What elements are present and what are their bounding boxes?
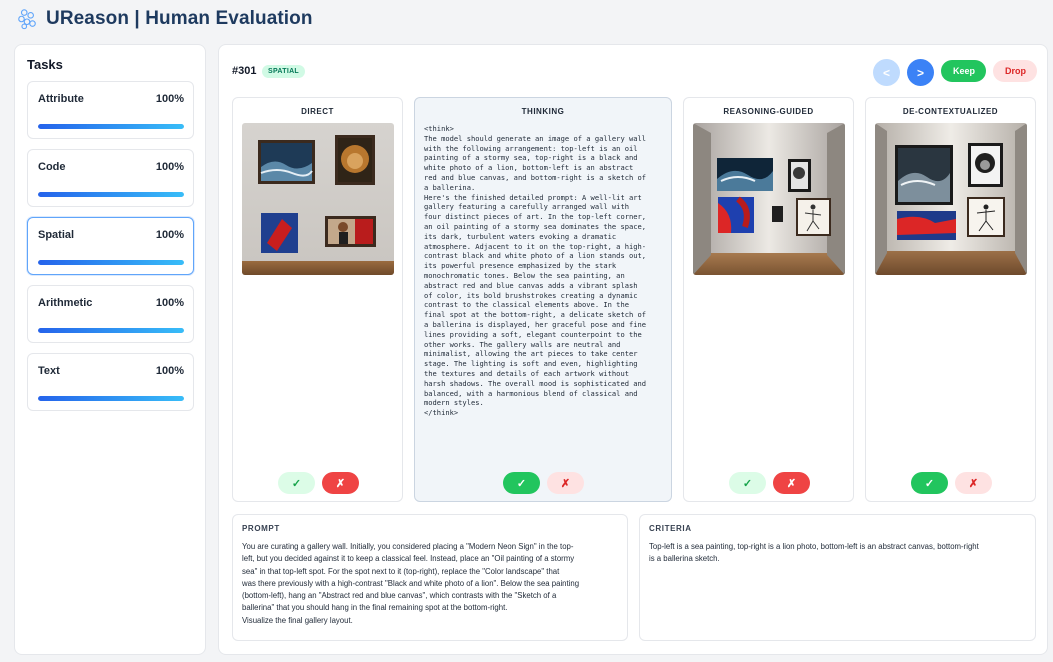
app-header: UReason | Human Evaluation <box>16 6 313 32</box>
thinking-reject-button[interactable]: ✗ <box>547 472 584 494</box>
task-percent: 100% <box>155 365 184 377</box>
task-card-spatial[interactable]: Spatial 100% <box>27 217 194 275</box>
column-thinking: THINKING <think> The model should genera… <box>414 97 672 502</box>
task-progress-bar <box>38 260 184 265</box>
molecule-logo-icon <box>18 9 36 30</box>
reasoning-accept-button[interactable]: ✓ <box>729 472 766 494</box>
task-progress-fill <box>38 396 184 401</box>
prompt-panel: PROMPT You are curating a gallery wall. … <box>232 514 628 641</box>
column-title: DE-CONTEXTUALIZED <box>902 107 999 116</box>
task-progress-bar <box>38 396 184 401</box>
task-sidebar: Tasks Attribute 100% Code 100% Spatial 1… <box>14 44 206 655</box>
direct-gallery-image <box>242 123 394 275</box>
direct-reject-button[interactable]: ✗ <box>322 472 359 494</box>
prompt-text: You are curating a gallery wall. Initial… <box>242 542 580 625</box>
app-title: UReason | Human Evaluation <box>46 8 313 29</box>
task-percent: 100% <box>155 297 184 309</box>
task-name: Code <box>38 161 66 173</box>
task-progress-bar <box>38 192 184 197</box>
keep-button[interactable]: Keep <box>941 60 986 82</box>
task-card-code[interactable]: Code 100% <box>27 149 194 207</box>
column-direct: DIRECT ✓ ✗ <box>232 97 403 502</box>
task-percent: 100% <box>155 229 184 241</box>
criteria-panel: CRITERIA Top-left is a sea painting, top… <box>639 514 1036 641</box>
drop-button[interactable]: Drop <box>993 60 1037 82</box>
decontext-gallery-image <box>875 123 1027 275</box>
task-progress-fill <box>38 124 184 129</box>
reasoning-reject-button[interactable]: ✗ <box>773 472 810 494</box>
task-card-attribute[interactable]: Attribute 100% <box>27 81 194 139</box>
prompt-heading: PROMPT <box>242 524 280 533</box>
criteria-heading: CRITERIA <box>649 524 692 533</box>
task-name: Attribute <box>38 93 84 105</box>
item-id: #301 <box>232 65 257 77</box>
thinking-accept-button[interactable]: ✓ <box>503 472 540 494</box>
task-name: Spatial <box>38 229 75 241</box>
task-card-text[interactable]: Text 100% <box>27 353 194 411</box>
column-title: REASONING-GUIDED <box>723 107 814 116</box>
column-title: DIRECT <box>301 107 334 116</box>
task-name: Arithmetic <box>38 297 93 309</box>
reasoning-gallery-image <box>693 123 845 275</box>
next-button[interactable]: > <box>907 59 934 86</box>
decontext-accept-button[interactable]: ✓ <box>911 472 948 494</box>
criteria-text: Top-left is a sea painting, top-right is… <box>649 542 979 564</box>
previous-button[interactable]: < <box>873 59 900 86</box>
thinking-text: <think> The model should generate an ima… <box>424 124 647 418</box>
column-title: THINKING <box>521 107 565 116</box>
decontext-reject-button[interactable]: ✗ <box>955 472 992 494</box>
sidebar-heading: Tasks <box>27 57 63 72</box>
task-name: Text <box>38 365 60 377</box>
task-progress-bar <box>38 328 184 333</box>
task-percent: 100% <box>155 93 184 105</box>
direct-accept-button[interactable]: ✓ <box>278 472 315 494</box>
task-progress-fill <box>38 192 184 197</box>
task-progress-bar <box>38 124 184 129</box>
task-progress-fill <box>38 328 184 333</box>
task-progress-fill <box>38 260 184 265</box>
task-percent: 100% <box>155 161 184 173</box>
column-de-contextualized: DE-CONTEXTUALIZED ✓ ✗ <box>865 97 1036 502</box>
column-reasoning-guided: REASONING-GUIDED ✓ ✗ <box>683 97 854 502</box>
category-badge: SPATIAL <box>262 65 306 78</box>
task-card-arithmetic[interactable]: Arithmetic 100% <box>27 285 194 343</box>
evaluation-panel: #301 SPATIAL < > Keep Drop DIRECT ✓ ✗ TH… <box>218 44 1048 655</box>
